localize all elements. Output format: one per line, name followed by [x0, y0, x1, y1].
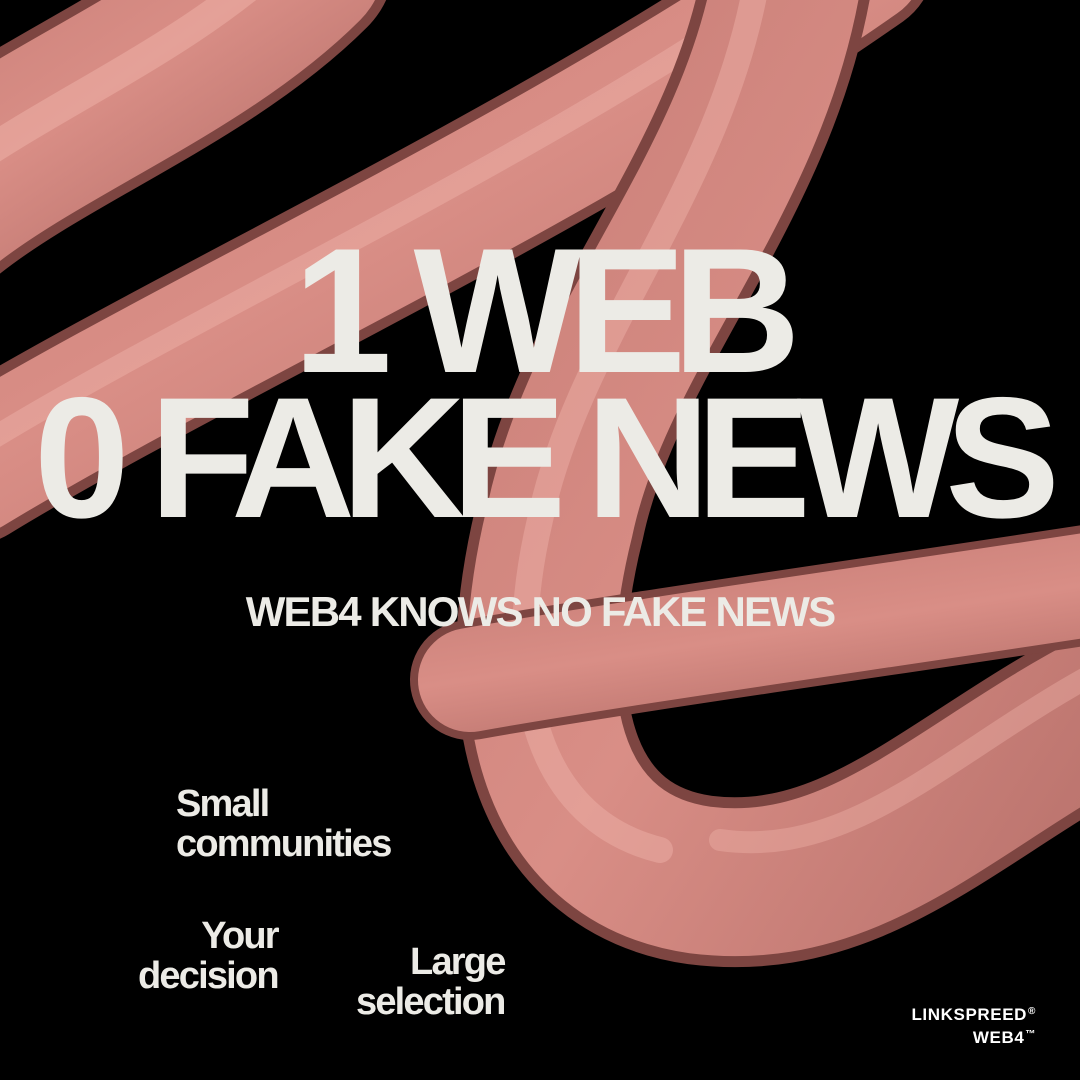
feature-line: Small — [176, 783, 270, 825]
trademark-mark: ™ — [1025, 1029, 1036, 1040]
headline-line-2: 0 FAKE NEWS — [34, 362, 1060, 554]
subheadline: WEB4 KNOWS NO FAKE NEWS — [245, 588, 836, 635]
feature-line: Your — [201, 915, 279, 957]
brand-product: WEB4™ — [972, 1028, 1036, 1047]
registered-mark: ® — [1028, 1006, 1036, 1017]
feature-your-decision: Your decision — [138, 915, 280, 997]
poster: 1 WEB 0 FAKE NEWS WEB4 KNOWS NO FAKE NEW… — [0, 0, 1080, 1080]
feature-small-communities: Small communities — [176, 783, 392, 865]
feature-line: selection — [356, 981, 506, 1023]
brand-logo: LINKSPREED® WEB4™ — [911, 1002, 1036, 1048]
brand-name: LINKSPREED® — [911, 1005, 1036, 1024]
feature-line: decision — [138, 955, 280, 997]
feature-large-selection: Large selection — [356, 941, 506, 1023]
feature-line: communities — [176, 823, 392, 865]
feature-line: Large — [410, 941, 506, 983]
